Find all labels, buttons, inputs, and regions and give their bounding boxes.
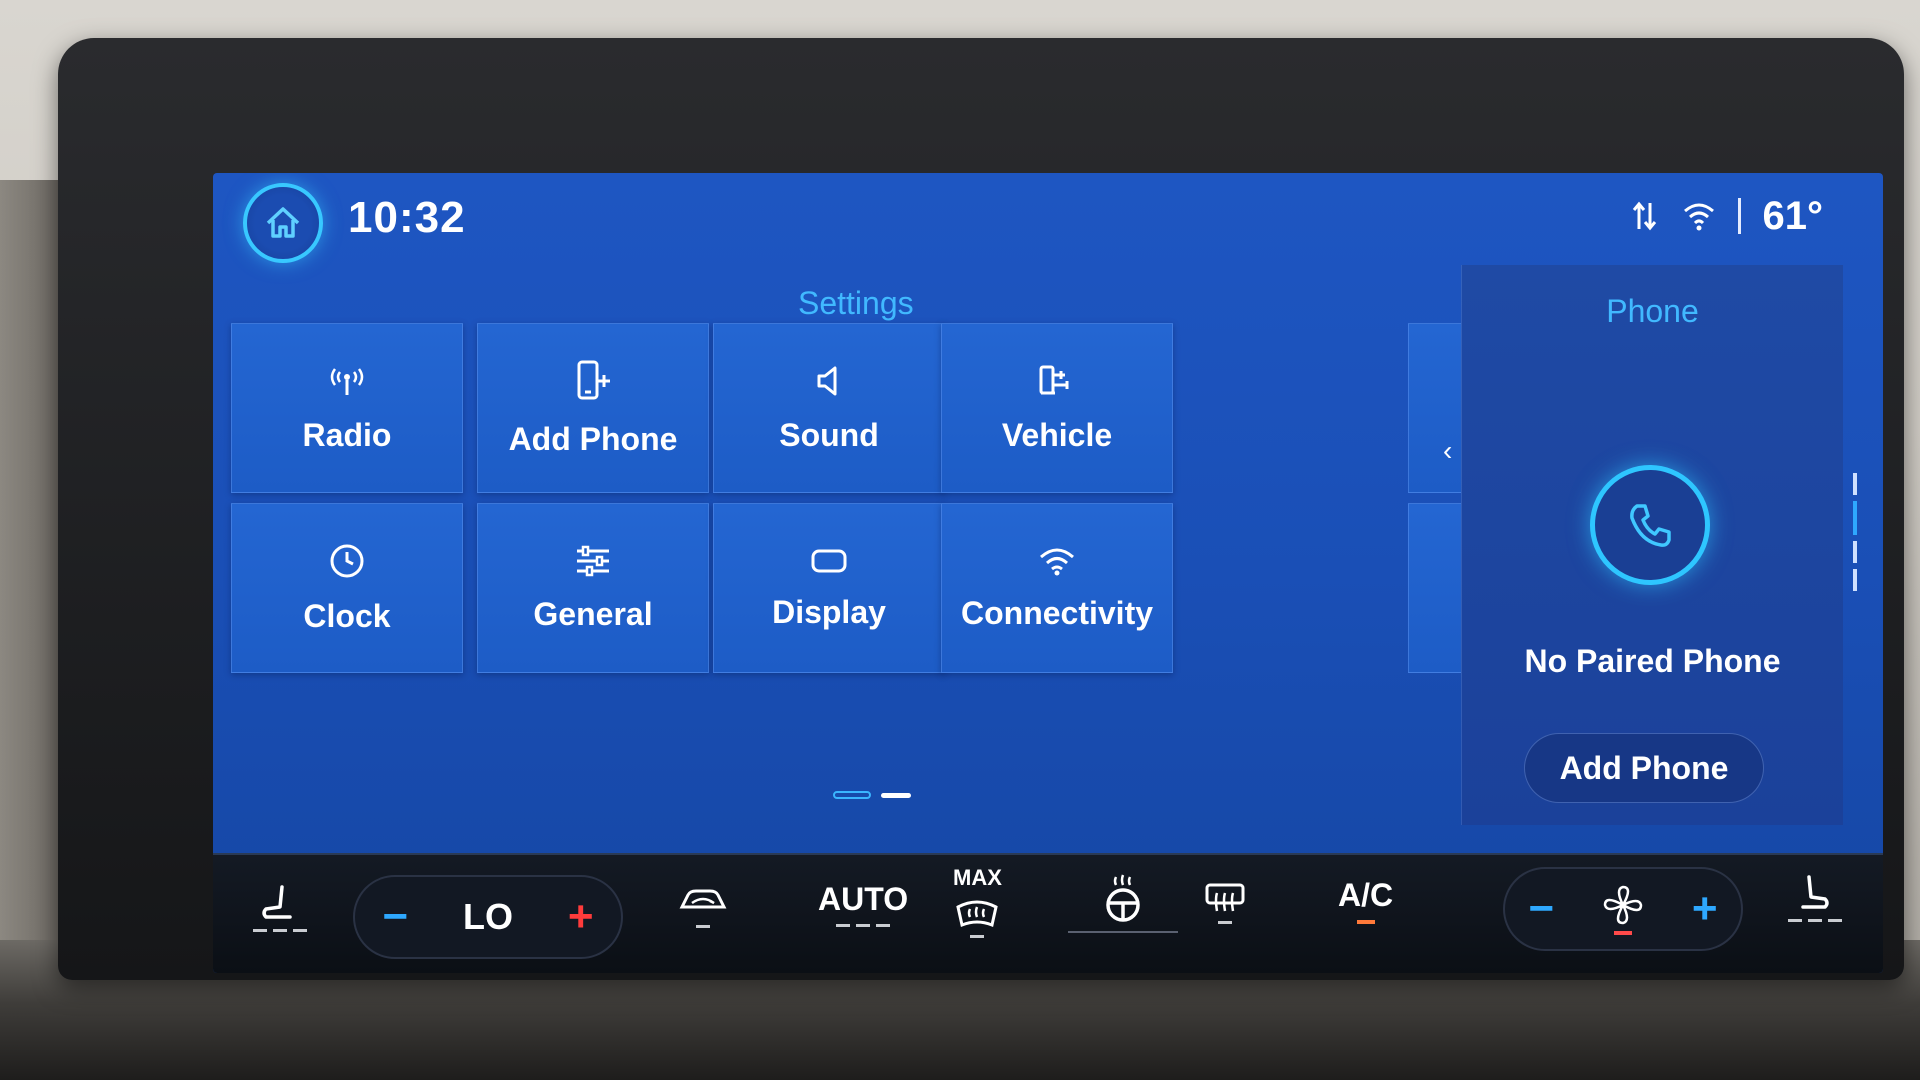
tile-next-page-partial[interactable] — [1408, 503, 1468, 673]
home-button[interactable] — [243, 183, 323, 263]
tile-radio[interactable]: Radio — [231, 323, 463, 493]
tile-label: Display — [772, 593, 886, 630]
tile-next-page-partial[interactable] — [1408, 323, 1468, 493]
page-indicator — [833, 791, 911, 799]
phone-handset-icon — [1630, 504, 1671, 547]
add-phone-button[interactable]: Add Phone — [1524, 733, 1764, 803]
status-indicators: 61° — [1630, 191, 1824, 241]
driver-seat-heat-button[interactable] — [253, 883, 307, 932]
ac-active-indicator — [1356, 920, 1375, 924]
tile-label: Vehicle — [1001, 416, 1113, 453]
fan-speed-control: − + — [1503, 867, 1743, 951]
display-icon — [811, 549, 847, 572]
settings-title: Settings — [798, 285, 914, 321]
passenger-seat-icon — [1801, 875, 1829, 909]
driver-temperature-control: − LO + — [353, 875, 623, 959]
tile-label: General — [533, 595, 653, 632]
rear-defrost-icon — [1205, 883, 1245, 912]
data-transfer-icon — [1632, 201, 1656, 231]
phone-status: No Paired Phone — [1524, 643, 1781, 679]
wifi-signal-icon — [1683, 203, 1714, 231]
ac-button[interactable]: A/C — [1338, 877, 1393, 924]
tile-vehicle[interactable]: Vehicle — [941, 323, 1173, 493]
wifi-icon — [1040, 548, 1074, 575]
tile-display[interactable]: Display — [713, 503, 945, 673]
max-defrost-icon — [956, 900, 999, 928]
ac-label: A/C — [1338, 877, 1394, 913]
temperature-increase-button[interactable]: + — [568, 892, 594, 942]
sliders-icon — [577, 545, 609, 576]
home-icon — [266, 207, 300, 238]
tile-label: Radio — [302, 416, 392, 453]
phone-panel: Phone No Paired Phone Add Phone — [1461, 265, 1843, 825]
status-divider — [1737, 198, 1741, 234]
fan-speed-indicator — [1601, 883, 1645, 935]
page-dot-2[interactable] — [881, 792, 911, 798]
heated-steering-wheel-icon — [1106, 874, 1140, 922]
max-label: MAX — [953, 865, 1002, 890]
fan-increase-button[interactable]: + — [1692, 884, 1718, 934]
fan-decrease-button[interactable]: − — [1528, 884, 1554, 934]
chevron-left-icon[interactable]: ‹ — [1443, 435, 1452, 467]
temperature-value: LO — [462, 896, 513, 937]
auto-climate-button[interactable]: AUTO — [818, 881, 908, 927]
tile-add-phone[interactable]: Add Phone — [477, 323, 709, 493]
seat-heat-icon — [262, 885, 292, 919]
passenger-seat-button[interactable] — [1788, 873, 1842, 922]
status-time: 10:32 — [348, 193, 466, 242]
tile-label: Connectivity — [960, 594, 1154, 631]
auto-label: AUTO — [818, 881, 909, 917]
tile-label: Add Phone — [508, 420, 678, 457]
phone-panel-title: Phone — [1606, 293, 1699, 329]
infotainment-screen: 10:32 61° Settings Radio Add Phone Sound… — [213, 173, 1883, 973]
max-defrost-button[interactable]: MAX — [953, 865, 1002, 938]
tile-label: Clock — [303, 597, 391, 634]
phone-button[interactable] — [1590, 465, 1710, 585]
rear-defrost-button[interactable] — [1203, 881, 1247, 924]
temperature-decrease-button[interactable]: − — [382, 892, 408, 942]
tile-label: Sound — [779, 416, 879, 453]
side-scrollbar[interactable] — [1853, 473, 1859, 603]
fan-icon — [1603, 885, 1643, 925]
display-bezel: 10:32 61° Settings Radio Add Phone Sound… — [58, 38, 1904, 980]
heated-steering-wheel-button[interactable] — [1068, 871, 1178, 933]
outside-temperature: 61° — [1762, 193, 1824, 238]
speaker-icon — [817, 366, 837, 395]
tile-general[interactable]: General — [477, 503, 709, 673]
page-dot-1[interactable] — [833, 791, 871, 799]
tile-connectivity[interactable]: Connectivity — [941, 503, 1173, 673]
add-phone-icon — [577, 360, 610, 399]
recirculation-button[interactable] — [678, 883, 728, 928]
radio-antenna-icon — [330, 367, 364, 395]
recirculation-icon — [679, 889, 727, 909]
tile-sound[interactable]: Sound — [713, 323, 945, 493]
tile-clock[interactable]: Clock — [231, 503, 463, 673]
climate-control-bar: − LO + AUTO MAX A/C − + — [213, 853, 1883, 973]
vehicle-icon — [1039, 365, 1069, 394]
clock-icon — [330, 544, 364, 577]
